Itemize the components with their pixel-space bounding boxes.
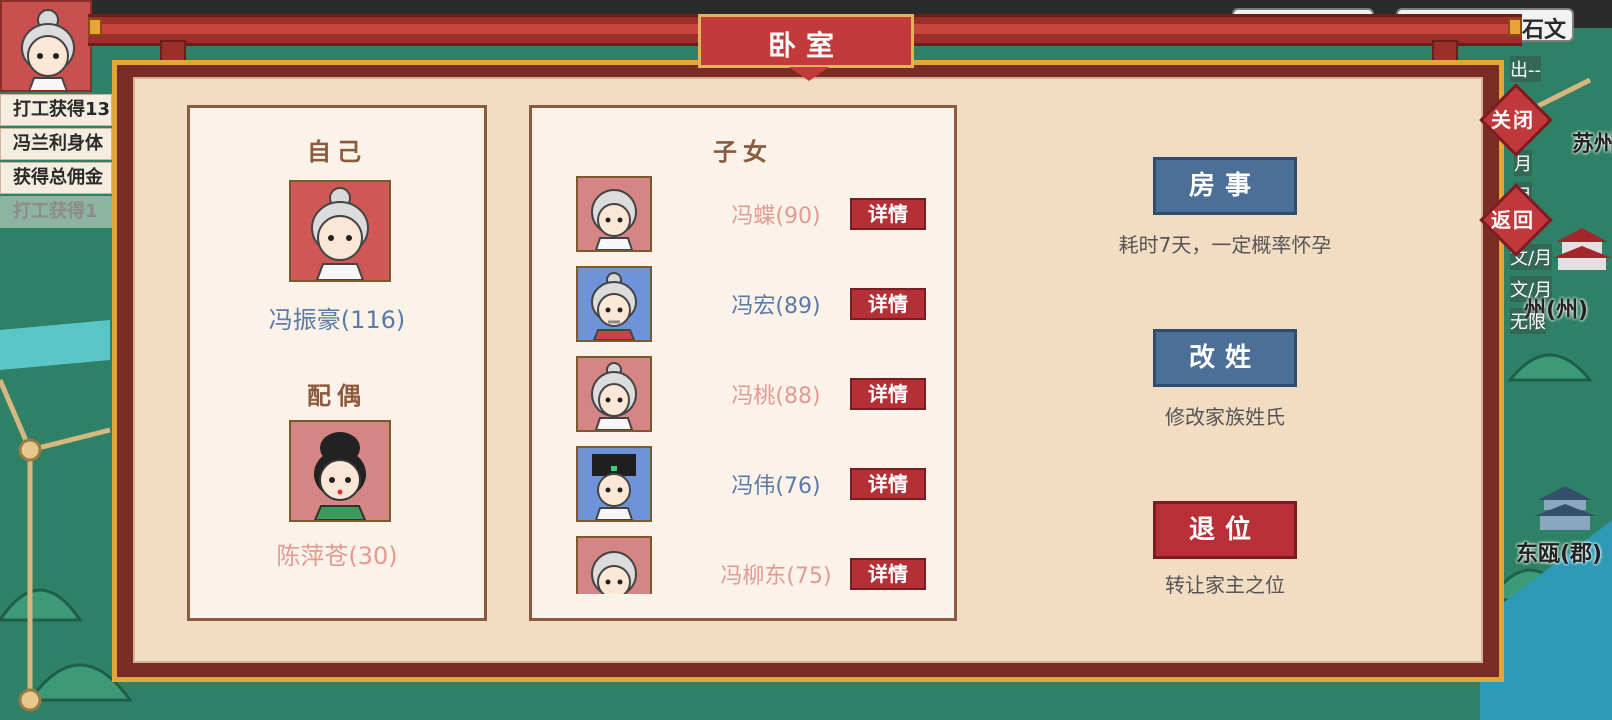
- dialog-title: 卧室: [767, 29, 844, 62]
- child-portrait[interactable]: [576, 176, 652, 252]
- change-surname-button[interactable]: 改姓: [1153, 329, 1297, 387]
- children-title: 子女: [713, 138, 773, 166]
- child-portrait[interactable]: [576, 536, 652, 594]
- child-name: 冯柳东(75): [720, 564, 832, 589]
- spouse-name: 陈萍苍(30): [276, 542, 398, 570]
- child-row: 冯蝶(90) 详情: [576, 176, 926, 254]
- child-row: 冯柳东(75) 详情: [576, 536, 926, 594]
- child-portrait[interactable]: [576, 266, 652, 342]
- currency-label: 石文: [1521, 18, 1566, 43]
- close-button[interactable]: 关闭: [1479, 83, 1553, 157]
- intimacy-button[interactable]: 房事: [1153, 157, 1297, 215]
- children-panel: 子女 冯蝶(90) 详情 冯宏(89) 详情 冯桃(88) 详情 冯伟(76) …: [529, 105, 957, 621]
- children-list[interactable]: 冯蝶(90) 详情 冯宏(89) 详情 冯桃(88) 详情 冯伟(76) 详情 …: [532, 174, 954, 594]
- map-tag: 无限: [1510, 308, 1546, 334]
- child-name: 冯伟(76): [731, 474, 821, 499]
- girl-face-icon: [591, 362, 637, 430]
- child-detail-button[interactable]: 详情: [850, 558, 926, 590]
- map-tag: 出--: [1510, 56, 1541, 82]
- dialog-title-plaque: 卧室: [698, 14, 914, 81]
- self-portrait[interactable]: [289, 180, 391, 282]
- spouse-portrait[interactable]: [289, 420, 391, 522]
- change-surname-desc: 修改家族姓氏: [1165, 405, 1285, 429]
- spouse-title: 配偶: [307, 382, 367, 410]
- woman-face-icon: [313, 432, 367, 520]
- official-face-icon: [592, 454, 636, 520]
- girl-face-icon: [591, 551, 637, 594]
- elder-face-icon: [21, 9, 75, 90]
- back-button[interactable]: 返回: [1479, 183, 1553, 257]
- child-portrait[interactable]: [576, 356, 652, 432]
- log-item: 打工获得1: [0, 196, 112, 228]
- child-row: 冯桃(88) 详情: [576, 356, 926, 434]
- close-label: 关闭: [1491, 108, 1535, 132]
- child-detail-button[interactable]: 详情: [850, 378, 926, 410]
- back-label: 返回: [1491, 208, 1535, 232]
- elder-face-icon: [311, 187, 369, 280]
- girl-face-icon: [591, 189, 637, 250]
- child-detail-button[interactable]: 详情: [850, 198, 926, 230]
- pagoda-icon[interactable]: [1530, 482, 1600, 532]
- beam-cap-right: [1508, 18, 1522, 36]
- self-title: 自己: [307, 138, 367, 166]
- child-name: 冯蝶(90): [731, 204, 821, 229]
- intimacy-desc: 耗时7天，一定概率怀孕: [1118, 233, 1332, 257]
- child-row: 冯宏(89) 详情: [576, 266, 926, 344]
- child-detail-button[interactable]: 详情: [850, 468, 926, 500]
- self-panel: 自己 冯振豪(116) 配偶 陈萍苍(30): [187, 105, 487, 621]
- child-name: 冯桃(88): [731, 384, 821, 409]
- child-portrait[interactable]: [576, 446, 652, 522]
- self-name: 冯振豪(116): [268, 306, 406, 334]
- abdicate-desc: 转让家主之位: [1165, 573, 1285, 597]
- elder-man-face-icon: [591, 272, 637, 340]
- abdicate-button[interactable]: 退位: [1153, 501, 1297, 559]
- map-city-dongou[interactable]: 东瓯(郡): [1516, 536, 1602, 568]
- palace-icon[interactable]: [1552, 226, 1612, 272]
- beam-cap-left: [88, 18, 102, 36]
- bedroom-dialog: 自己 冯振豪(116) 配偶 陈萍苍(30) 子女 冯蝶(90) 详情 冯宏(8…: [112, 60, 1504, 682]
- event-log: 打工获得13 冯兰利身体 获得总佣金 打工获得1: [0, 94, 112, 230]
- log-item: 冯兰利身体: [0, 128, 112, 160]
- child-row: 冯伟(76) 详情: [576, 446, 926, 524]
- player-avatar[interactable]: [0, 0, 92, 92]
- child-detail-button[interactable]: 详情: [850, 288, 926, 320]
- child-name: 冯宏(89): [731, 294, 821, 319]
- log-item: 打工获得13: [0, 94, 112, 126]
- log-item: 获得总佣金: [0, 162, 112, 194]
- dialog-body: 自己 冯振豪(116) 配偶 陈萍苍(30) 子女 冯蝶(90) 详情 冯宏(8…: [133, 77, 1483, 663]
- map-city-suzhou[interactable]: 苏州: [1572, 126, 1612, 158]
